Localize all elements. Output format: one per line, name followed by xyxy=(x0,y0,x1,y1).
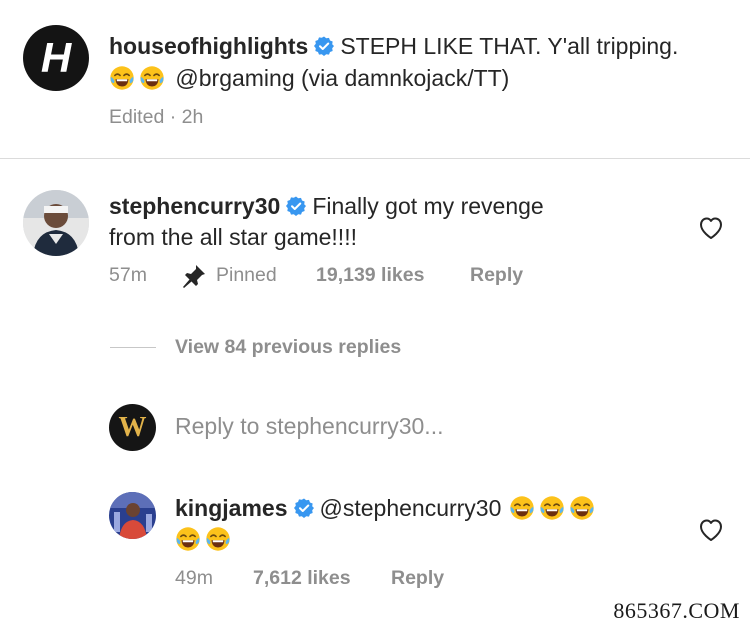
reply-author-username[interactable]: kingjames xyxy=(175,495,288,521)
reply-author-avatar-photo xyxy=(109,492,156,539)
comment-body: stephencurry30 Finally got my revenge fro… xyxy=(109,191,669,253)
pinned-label: Pinned xyxy=(216,264,277,286)
post-author-avatar[interactable]: H xyxy=(23,25,89,91)
verified-badge-icon xyxy=(314,36,335,56)
heart-outline-icon[interactable] xyxy=(698,518,724,542)
laughing-tears-emoji-icon xyxy=(176,527,200,551)
post-author-avatar-letter: H xyxy=(40,34,72,81)
post-meta: Edited · 2h xyxy=(109,106,204,128)
view-previous-replies-link[interactable]: View 84 previous replies xyxy=(175,336,401,359)
comment-likes-count[interactable]: 19,139 likes xyxy=(316,264,424,287)
reply-input[interactable]: Reply to stephencurry30... xyxy=(175,413,715,440)
laughing-tears-emoji-icon xyxy=(540,496,565,520)
reply-time: 49m xyxy=(175,567,213,589)
reply-mention-link[interactable]: @stephencurry30 xyxy=(320,495,502,521)
current-user-avatar-letter: W xyxy=(118,412,147,443)
section-divider xyxy=(0,158,750,159)
replies-divider-line xyxy=(110,347,156,348)
laughing-tears-emoji-icon xyxy=(206,527,230,551)
commenter-avatar-photo xyxy=(23,190,89,256)
post-caption-line1: STEPH LIKE THAT. Y'all tripping. xyxy=(340,33,679,59)
verified-badge-icon xyxy=(286,196,307,216)
laughing-tears-emoji-icon xyxy=(510,496,535,520)
post-caption-rest: (via damnkojack/TT) xyxy=(301,65,510,91)
reply-body: kingjames @stephencurry30 xyxy=(175,493,685,555)
commenter-avatar[interactable] xyxy=(23,190,89,256)
reply-reply-button[interactable]: Reply xyxy=(391,567,444,590)
post-caption: houseofhighlights STEPH LIKE THAT. Y'all … xyxy=(109,31,739,94)
laughing-tears-emoji-icon xyxy=(140,66,164,90)
current-user-avatar: W xyxy=(109,404,156,451)
reply-likes-count[interactable]: 7,612 likes xyxy=(253,567,351,590)
laughing-tears-emoji-icon xyxy=(570,496,595,520)
heart-outline-icon[interactable] xyxy=(698,216,724,240)
post-mention-link[interactable]: @brgaming xyxy=(175,65,294,91)
comment-time: 57m xyxy=(109,264,147,286)
commenter-username[interactable]: stephencurry30 xyxy=(109,193,280,219)
pin-icon xyxy=(183,265,205,288)
laughing-tears-emoji-icon xyxy=(110,66,134,90)
verified-badge-icon xyxy=(293,498,314,518)
reply-author-avatar[interactable] xyxy=(109,492,156,539)
reply-button[interactable]: Reply xyxy=(470,264,523,287)
watermark-text: 865367.COM xyxy=(613,598,740,623)
post-author-username[interactable]: houseofhighlights xyxy=(109,33,308,59)
comment-text-line2: from the all star game!!!! xyxy=(109,224,357,250)
comment-text-line1: Finally got my revenge xyxy=(312,193,544,219)
